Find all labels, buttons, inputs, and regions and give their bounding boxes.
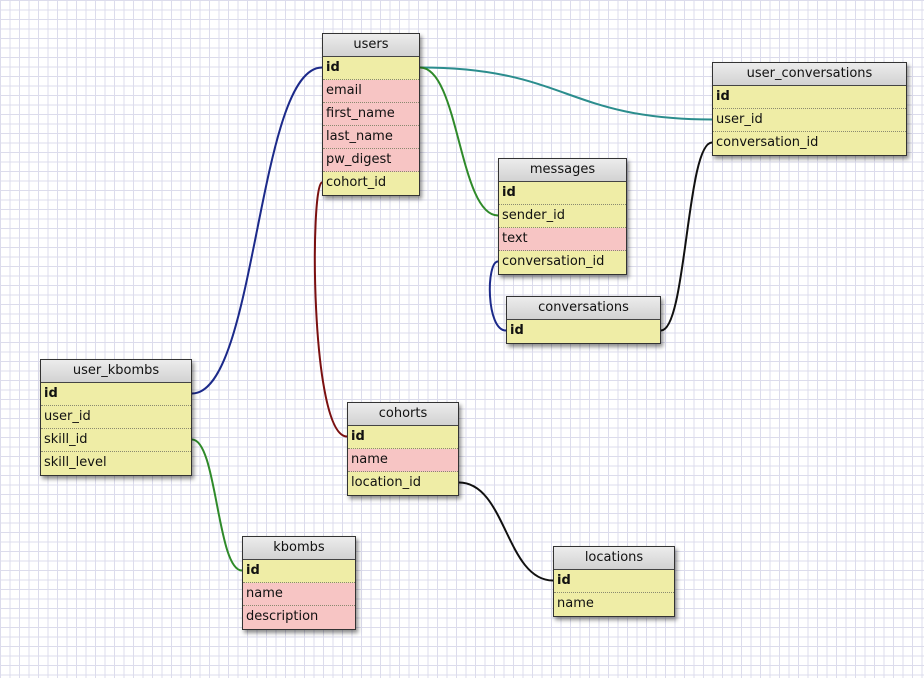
field-users-id[interactable]: id bbox=[323, 57, 419, 80]
table-title: messages bbox=[499, 159, 626, 182]
relation-line bbox=[191, 66, 323, 395]
table-title: conversations bbox=[507, 297, 660, 320]
field-user-conversations-conversation-id[interactable]: conversation_id bbox=[713, 132, 906, 155]
table-cohorts[interactable]: cohorts id name location_id bbox=[347, 402, 459, 496]
field-messages-sender-id[interactable]: sender_id bbox=[499, 205, 626, 228]
field-user-kbombs-user-id[interactable]: user_id bbox=[41, 406, 191, 429]
table-title: user_conversations bbox=[713, 63, 906, 86]
field-cohorts-location-id[interactable]: location_id bbox=[348, 472, 458, 495]
field-users-email[interactable]: email bbox=[323, 80, 419, 103]
table-user-kbombs[interactable]: user_kbombs id user_id skill_id skill_level bbox=[40, 359, 192, 476]
table-title: users bbox=[323, 34, 419, 57]
field-users-pw-digest[interactable]: pw_digest bbox=[323, 149, 419, 172]
field-user-conversations-id[interactable]: id bbox=[713, 86, 906, 109]
field-messages-id[interactable]: id bbox=[499, 182, 626, 205]
relation-line bbox=[660, 141, 713, 332]
table-title: locations bbox=[554, 547, 674, 570]
field-user-conversations-user-id[interactable]: user_id bbox=[713, 109, 906, 132]
table-messages[interactable]: messages id sender_id text conversation_id bbox=[498, 158, 627, 275]
field-messages-text[interactable]: text bbox=[499, 228, 626, 251]
table-kbombs[interactable]: kbombs id name description bbox=[242, 536, 356, 630]
field-messages-conversation-id[interactable]: conversation_id bbox=[499, 251, 626, 274]
field-users-cohort-id[interactable]: cohort_id bbox=[323, 172, 419, 195]
field-user-kbombs-id[interactable]: id bbox=[41, 383, 191, 406]
field-cohorts-id[interactable]: id bbox=[348, 426, 458, 449]
table-user-conversations[interactable]: user_conversations id user_id conversation_… bbox=[712, 62, 907, 156]
field-kbombs-description[interactable]: description bbox=[243, 606, 355, 629]
field-locations-name[interactable]: name bbox=[554, 593, 674, 616]
field-conversations-id[interactable]: id bbox=[507, 320, 660, 343]
field-kbombs-name[interactable]: name bbox=[243, 583, 355, 606]
field-users-first-name[interactable]: first_name bbox=[323, 103, 419, 126]
schema-canvas: users id email first_name last_name pw_digest… bbox=[0, 0, 924, 678]
table-conversations[interactable]: conversations id bbox=[506, 296, 661, 344]
field-cohorts-name[interactable]: name bbox=[348, 449, 458, 472]
relation-line bbox=[458, 481, 554, 582]
relation-line bbox=[419, 66, 499, 217]
field-user-kbombs-skill-level[interactable]: skill_level bbox=[41, 452, 191, 475]
relation-line bbox=[191, 438, 243, 572]
table-title: kbombs bbox=[243, 537, 355, 560]
table-title: user_kbombs bbox=[41, 360, 191, 383]
field-user-kbombs-skill-id[interactable]: skill_id bbox=[41, 429, 191, 452]
table-locations[interactable]: locations id name bbox=[553, 546, 675, 617]
table-users[interactable]: users id email first_name last_name pw_digest… bbox=[322, 33, 420, 196]
relation-line bbox=[419, 66, 713, 121]
table-title: cohorts bbox=[348, 403, 458, 426]
field-locations-id[interactable]: id bbox=[554, 570, 674, 593]
field-users-last-name[interactable]: last_name bbox=[323, 126, 419, 149]
field-kbombs-id[interactable]: id bbox=[243, 560, 355, 583]
relation-line bbox=[313, 181, 348, 438]
